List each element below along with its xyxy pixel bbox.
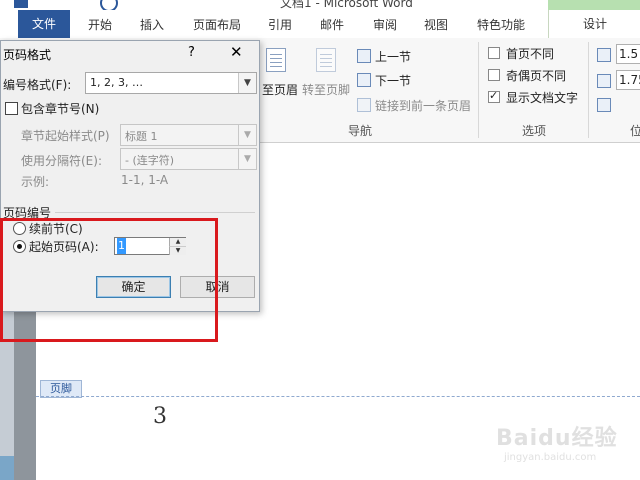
dialog-title: 页码格式 — [3, 48, 52, 62]
footer-position-input[interactable]: 1.75 — [616, 70, 640, 90]
tab-insert[interactable]: 插入 — [140, 16, 164, 33]
include-chapter-checkbox[interactable] — [5, 102, 18, 115]
goto-header-button[interactable]: 至页眉 — [262, 81, 298, 98]
taskbar-fragment — [0, 456, 14, 480]
save-icon[interactable] — [14, 0, 28, 8]
separator-label: 使用分隔符(E): — [21, 154, 102, 168]
footer-boundary — [36, 396, 640, 397]
ribbon-tabs: 开始 插入 页面布局 引用 邮件 审阅 视图 特色功能 设计 — [0, 10, 640, 39]
chevron-down-icon[interactable]: ▼ — [238, 149, 256, 169]
header-top-icon — [597, 48, 611, 62]
chevron-down-icon[interactable]: ▼ — [238, 125, 256, 145]
next-section-icon — [357, 73, 371, 87]
example-label: 示例: — [21, 175, 50, 189]
show-doc-text-label: 显示文档文字 — [506, 91, 579, 105]
group-divider — [588, 42, 589, 138]
tab-view[interactable]: 视图 — [424, 16, 448, 33]
show-doc-text-checkbox[interactable] — [488, 89, 500, 103]
watermark-text: Baidu经验 — [496, 426, 618, 451]
tab-design[interactable]: 设计 — [548, 10, 640, 38]
help-icon[interactable]: ? — [188, 45, 195, 60]
window-title: 文档1 - Microsoft Word — [280, 0, 413, 10]
goto-footer-button[interactable]: 转至页脚 — [302, 81, 350, 98]
include-chapter-label: 包含章节号(N) — [21, 102, 100, 116]
tab-references[interactable]: 引用 — [268, 16, 292, 33]
chapter-style-value: 标题 1 — [125, 130, 158, 143]
watermark-url: jingyan.baidu.com — [504, 452, 597, 463]
tab-file[interactable]: 文件 — [18, 10, 70, 38]
goto-header-icon — [266, 48, 286, 72]
number-format-label: 编号格式(F): — [3, 78, 72, 92]
tab-special[interactable]: 特色功能 — [477, 16, 525, 33]
separator-select[interactable]: - (连字符) ▼ — [120, 148, 257, 170]
title-bar: 文档1 - Microsoft Word — [0, 0, 640, 10]
chapter-style-select[interactable]: 标题 1 ▼ — [120, 124, 257, 146]
chapter-style-label: 章节起始样式(P) — [21, 129, 110, 143]
options-group-label: 选项 — [522, 124, 547, 138]
different-odd-even-label: 奇偶页不同 — [506, 69, 567, 83]
nav-group-label: 导航 — [348, 124, 373, 138]
number-format-select[interactable]: 1, 2, 3, … ▼ — [85, 72, 257, 94]
header-position-input[interactable]: 1.5 — [616, 44, 640, 64]
number-format-value: 1, 2, 3, … — [90, 76, 143, 89]
example-value: 1-1, 1-A — [121, 173, 169, 187]
align-tab-icon[interactable] — [597, 98, 611, 112]
next-section-button[interactable]: 下一节 — [375, 72, 411, 89]
tab-layout[interactable]: 页面布局 — [193, 16, 241, 33]
close-icon[interactable]: ✕ — [230, 43, 243, 61]
group-divider — [478, 42, 479, 138]
link-previous-button[interactable]: 链接到前一条页眉 — [375, 97, 471, 114]
different-odd-even-checkbox[interactable] — [488, 69, 500, 81]
group-divider — [55, 212, 255, 213]
position-group-label: 位 — [630, 124, 640, 138]
highlight-box — [0, 218, 218, 342]
different-first-checkbox[interactable] — [488, 47, 500, 59]
tab-home[interactable]: 开始 — [88, 16, 112, 33]
chevron-down-icon[interactable]: ▼ — [238, 73, 256, 93]
header-footer-tools-accent — [548, 0, 640, 10]
undo-icon[interactable] — [100, 0, 118, 10]
separator-value: - (连字符) — [125, 154, 175, 167]
footer-bottom-icon — [597, 74, 611, 88]
prev-section-icon — [357, 49, 371, 63]
watermark: Baidu经验 jingyan.baidu.com — [496, 420, 618, 470]
tab-review[interactable]: 审阅 — [373, 16, 397, 33]
goto-footer-icon — [316, 48, 336, 72]
footer-page-number[interactable]: 3 — [153, 404, 167, 429]
prev-section-button[interactable]: 上一节 — [375, 48, 411, 65]
link-icon — [357, 98, 371, 112]
different-first-label: 首页不同 — [506, 47, 555, 61]
tab-mailings[interactable]: 邮件 — [320, 16, 344, 33]
